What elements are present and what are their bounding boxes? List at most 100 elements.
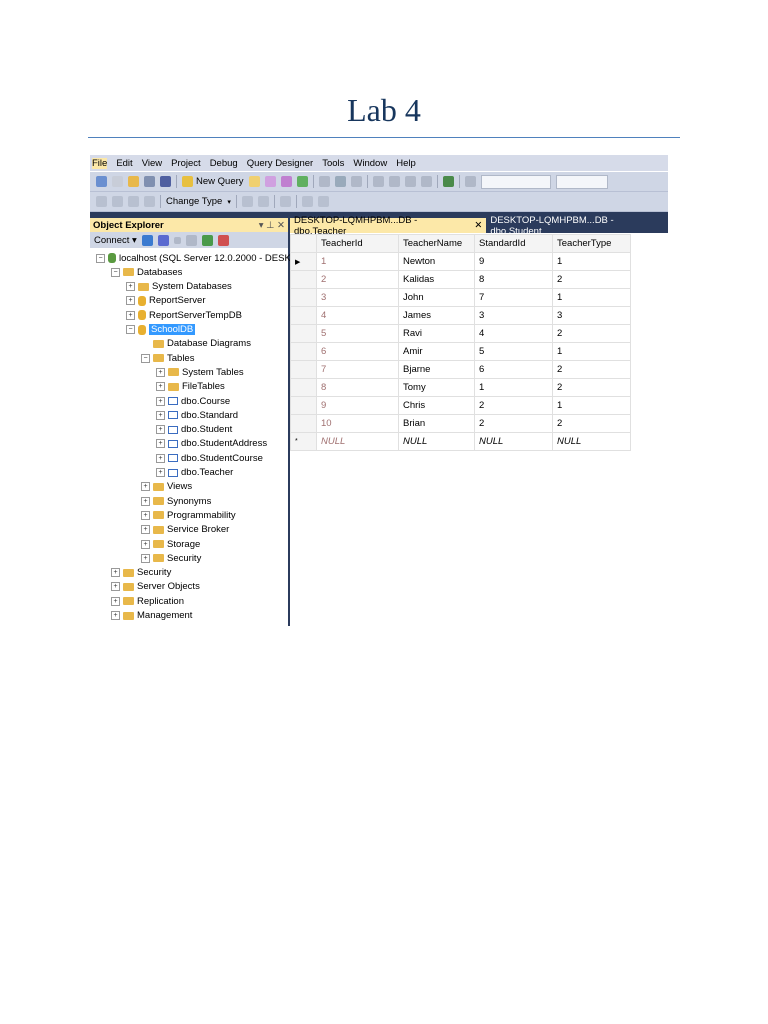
- expand-icon[interactable]: +: [156, 410, 165, 420]
- tree-node[interactable]: Database Diagrams: [141, 337, 251, 351]
- table-cell[interactable]: 2: [552, 270, 631, 289]
- new-query-button[interactable]: New Query: [182, 176, 244, 187]
- tree-node[interactable]: + Security: [141, 551, 201, 565]
- menu-query-designer[interactable]: Query Designer: [247, 158, 314, 169]
- tree-node[interactable]: + Programmability: [141, 508, 236, 522]
- tree-node[interactable]: − SchoolDB: [126, 323, 196, 337]
- collapse-icon[interactable]: −: [141, 353, 150, 363]
- redo-icon[interactable]: [388, 176, 400, 187]
- expand-icon[interactable]: +: [156, 425, 165, 435]
- expand-icon[interactable]: +: [156, 382, 165, 392]
- table-cell[interactable]: NULL: [552, 432, 631, 451]
- tree-node[interactable]: + ReportServerTempDB: [126, 308, 242, 322]
- row-header[interactable]: [290, 342, 317, 361]
- menu-window[interactable]: Window: [353, 158, 387, 169]
- add-table-icon[interactable]: [301, 196, 313, 207]
- solution-config-dropdown[interactable]: [480, 174, 551, 189]
- disconnect-icon[interactable]: [157, 234, 169, 246]
- cut-icon[interactable]: [318, 176, 330, 187]
- row-header[interactable]: [290, 360, 317, 379]
- expand-icon[interactable]: +: [141, 496, 150, 506]
- table-cell[interactable]: 1: [552, 288, 631, 307]
- save-all-icon[interactable]: [160, 176, 171, 187]
- save-icon[interactable]: [144, 176, 155, 187]
- table-cell[interactable]: Kalidas: [398, 270, 475, 289]
- table-cell[interactable]: 5: [316, 324, 399, 343]
- table-row[interactable]: 10 Brian 2 2: [290, 414, 631, 433]
- expand-icon[interactable]: +: [141, 482, 150, 492]
- tree-node[interactable]: + Synonyms: [141, 494, 211, 508]
- column-header[interactable]: TeacherName: [398, 234, 475, 253]
- table-cell[interactable]: Brian: [398, 414, 475, 433]
- row-header[interactable]: [290, 270, 317, 289]
- table-cell[interactable]: 2: [552, 378, 631, 397]
- show-results-pane-icon[interactable]: [144, 196, 155, 207]
- show-diagram-pane-icon[interactable]: [96, 196, 107, 207]
- expand-icon[interactable]: +: [141, 525, 150, 535]
- table-cell[interactable]: 6: [316, 342, 399, 361]
- table-cell[interactable]: Chris: [398, 396, 475, 415]
- expand-icon[interactable]: +: [156, 453, 165, 463]
- filter-icon[interactable]: [241, 196, 253, 207]
- table-cell[interactable]: NULL: [474, 432, 553, 451]
- menu-view[interactable]: View: [142, 158, 162, 169]
- table-cell[interactable]: 3: [474, 306, 553, 325]
- expand-icon[interactable]: +: [111, 611, 120, 620]
- table-cell[interactable]: 4: [474, 324, 553, 343]
- tree-node[interactable]: + Management: [111, 609, 192, 623]
- mdx-query-icon[interactable]: [264, 176, 276, 187]
- change-type-button[interactable]: Change Type: [166, 196, 222, 207]
- new-project-icon[interactable]: [96, 176, 107, 187]
- table-cell[interactable]: 4: [316, 306, 399, 325]
- table-cell[interactable]: 2: [474, 414, 553, 433]
- refresh-icon[interactable]: [201, 234, 213, 246]
- tree-node[interactable]: + FileTables: [156, 380, 225, 394]
- navigate-back-icon[interactable]: [404, 176, 416, 187]
- expand-icon[interactable]: +: [156, 367, 165, 377]
- verify-sql-icon[interactable]: [257, 196, 269, 207]
- collapse-icon[interactable]: −: [126, 325, 135, 334]
- table-cell[interactable]: 7: [474, 288, 553, 307]
- table-cell[interactable]: Bjarne: [398, 360, 475, 379]
- find-combo[interactable]: [555, 174, 608, 189]
- tree-node[interactable]: + Service Broker: [141, 523, 229, 537]
- tree-node[interactable]: − Databases: [111, 265, 182, 279]
- show-criteria-pane-icon[interactable]: [112, 196, 123, 207]
- table-row[interactable]: 4 James 3 3: [290, 306, 631, 325]
- table-cell[interactable]: 1: [552, 396, 631, 415]
- row-header[interactable]: [290, 396, 317, 415]
- table-cell[interactable]: Newton: [398, 252, 475, 271]
- menu-file[interactable]: File: [92, 157, 108, 169]
- open-icon[interactable]: [128, 176, 139, 187]
- table-cell[interactable]: 5: [474, 342, 553, 361]
- close-tab-icon[interactable]: ✕: [474, 220, 482, 231]
- table-cell[interactable]: 2: [552, 324, 631, 343]
- menu-help[interactable]: Help: [396, 158, 416, 169]
- tree-node[interactable]: + dbo.Course: [156, 394, 230, 408]
- paste-icon[interactable]: [350, 176, 362, 187]
- table-row[interactable]: 2 Kalidas 8 2: [290, 270, 631, 289]
- menu-debug[interactable]: Debug: [210, 158, 238, 169]
- table-row[interactable]: 6 Amir 5 1: [290, 342, 631, 361]
- table-cell[interactable]: 10: [316, 414, 399, 433]
- expand-icon[interactable]: +: [156, 396, 165, 406]
- expand-icon[interactable]: +: [126, 296, 135, 306]
- table-cell[interactable]: 1: [552, 252, 631, 271]
- table-cell[interactable]: 1: [316, 252, 399, 271]
- table-cell[interactable]: 9: [474, 252, 553, 271]
- table-row[interactable]: 8 Tomy 1 2: [290, 378, 631, 397]
- tree-node[interactable]: + dbo.Standard: [156, 408, 238, 422]
- tree-node[interactable]: + Server Objects: [111, 580, 200, 594]
- tree-node[interactable]: + Views: [141, 480, 192, 494]
- tree-node[interactable]: + System Databases: [126, 280, 232, 294]
- connect-button[interactable]: Connect ▾: [94, 235, 137, 246]
- table-cell[interactable]: 3: [316, 288, 399, 307]
- group-by-icon[interactable]: [279, 196, 291, 207]
- expand-icon[interactable]: +: [141, 539, 150, 549]
- table-cell[interactable]: 9: [316, 396, 399, 415]
- panel-controls[interactable]: ▾ ⊥ ✕: [259, 220, 285, 231]
- expand-icon[interactable]: +: [141, 510, 150, 520]
- row-header[interactable]: [290, 306, 317, 325]
- copy-icon[interactable]: [334, 176, 346, 187]
- collapse-icon[interactable]: −: [111, 267, 120, 277]
